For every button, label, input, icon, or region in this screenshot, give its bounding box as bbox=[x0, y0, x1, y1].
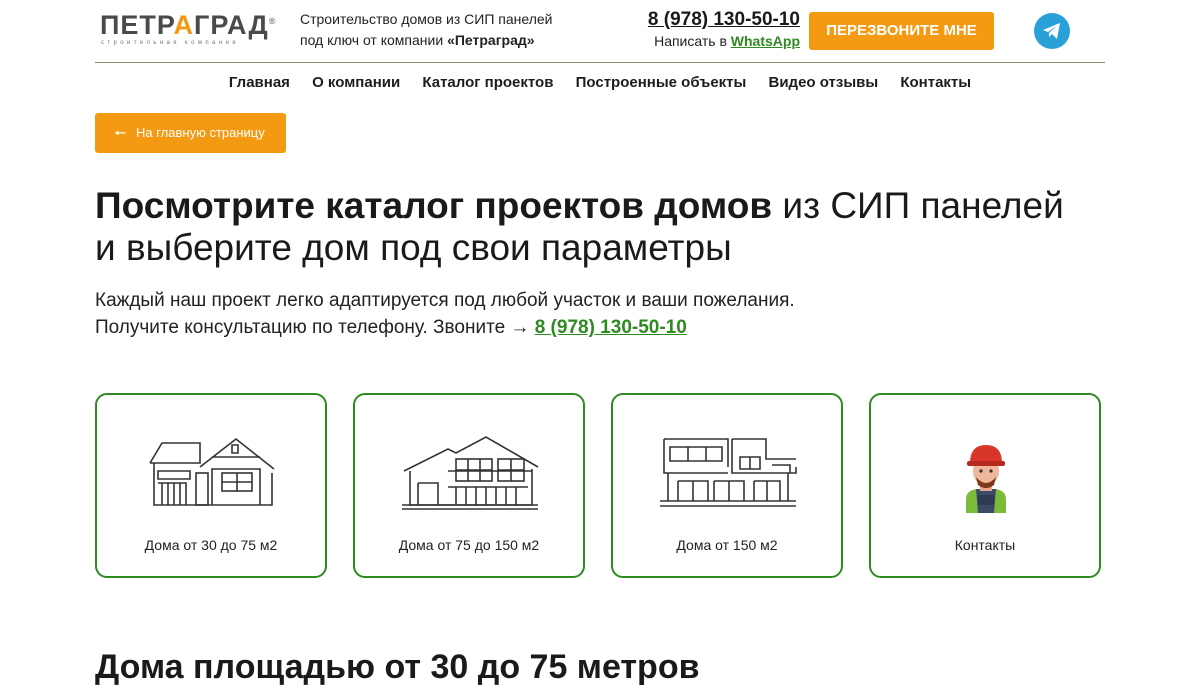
nav-item-about[interactable]: О компании bbox=[312, 74, 400, 91]
arrow-left-icon: 🠔 bbox=[114, 125, 127, 141]
callback-button[interactable]: ПЕРЕЗВОНИТЕ МНЕ bbox=[809, 12, 994, 50]
card-large-houses[interactable]: Дома от 150 м2 bbox=[611, 393, 843, 578]
section-title: Дома площадью от 30 до 75 метров bbox=[95, 648, 700, 686]
logo[interactable]: ПЕТРАГРАД® строительная компания bbox=[100, 10, 275, 50]
card-label: Дома от 150 м2 bbox=[676, 537, 778, 553]
nav-item-video-reviews[interactable]: Видео отзывы bbox=[769, 74, 879, 91]
medium-house-icon bbox=[402, 436, 539, 510]
intro-text: Каждый наш проект легко адаптируется под… bbox=[95, 290, 795, 338]
large-house-icon bbox=[660, 438, 797, 507]
card-contacts[interactable]: Контакты bbox=[869, 393, 1101, 578]
small-house-icon bbox=[149, 437, 275, 506]
header-tagline: Строительство домов из СИП панелей под к… bbox=[300, 11, 553, 48]
nav-item-contacts[interactable]: Контакты bbox=[900, 74, 971, 91]
card-label: Дома от 30 до 75 м2 bbox=[144, 537, 278, 553]
card-small-houses[interactable]: Дома от 30 до 75 м2 bbox=[95, 393, 327, 578]
card-label: Дома от 75 до 150 м2 bbox=[398, 537, 540, 553]
card-label: Контакты bbox=[954, 537, 1016, 553]
back-to-home-button[interactable]: 🠔 На главную страницу bbox=[95, 113, 286, 153]
logo-tagline: строительная компания bbox=[101, 40, 239, 46]
nav-item-home[interactable]: Главная bbox=[229, 74, 290, 91]
header-contacts: 8 (978) 130-50-10 Написать в WhatsApp bbox=[647, 9, 800, 49]
site-header: ПЕТРАГРАД® строительная компания Строите… bbox=[95, 0, 1105, 63]
builder-icon bbox=[966, 445, 1006, 513]
whatsapp-link[interactable]: WhatsApp bbox=[731, 33, 800, 49]
logo-wordmark: ПЕТРАГРАД® bbox=[100, 10, 277, 40]
card-medium-houses[interactable]: Дома от 75 до 150 м2 bbox=[353, 393, 585, 578]
main-nav: Главная О компании Каталог проектов Пост… bbox=[0, 74, 1200, 91]
telegram-icon[interactable] bbox=[1034, 13, 1070, 49]
header-phone-link[interactable]: 8 (978) 130-50-10 bbox=[648, 9, 800, 31]
nav-item-built-objects[interactable]: Построенные объекты bbox=[576, 74, 747, 91]
nav-item-catalog[interactable]: Каталог проектов bbox=[422, 74, 553, 91]
intro-phone-link[interactable]: 8 (978) 130-50-10 bbox=[535, 317, 687, 338]
page-title: Посмотрите каталог проектов домов из СИП… bbox=[95, 185, 1064, 268]
